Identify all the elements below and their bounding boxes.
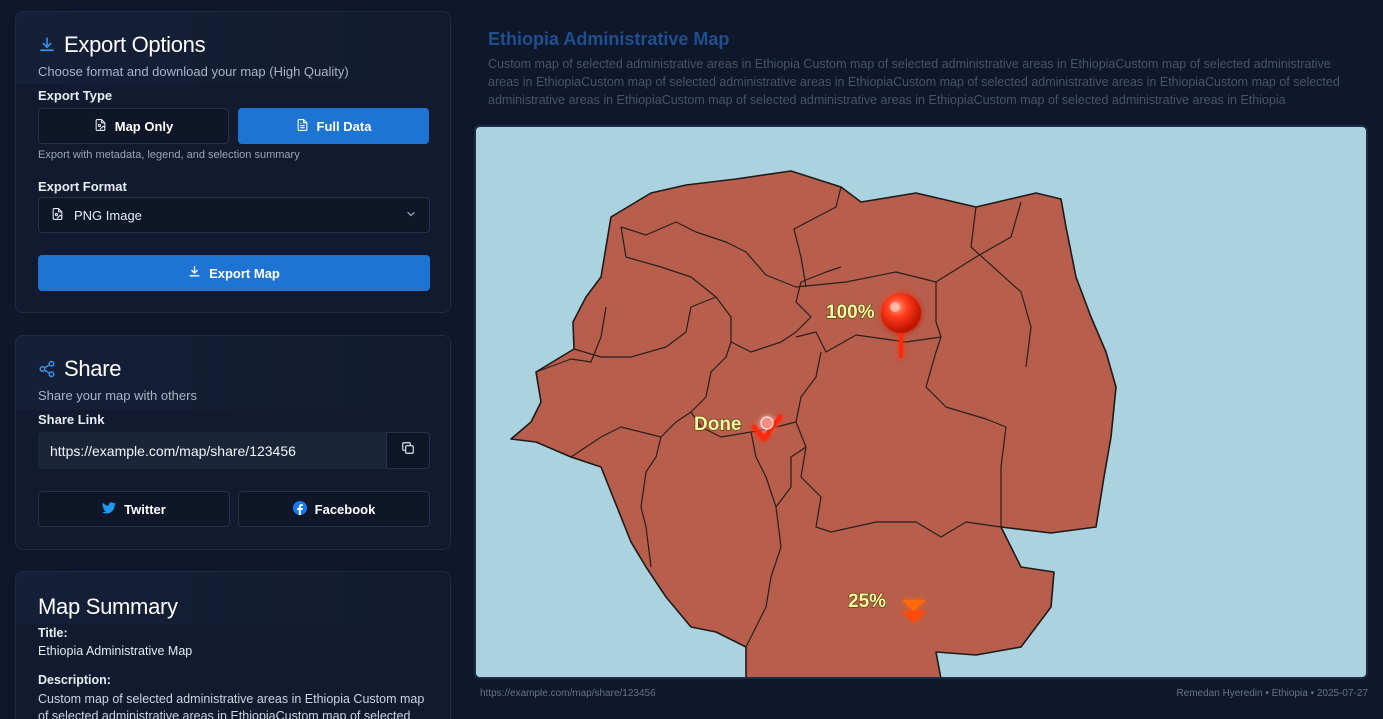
download-icon — [38, 36, 56, 54]
map-only-button[interactable]: Map Only — [38, 108, 229, 144]
check-marker-label: Done — [694, 414, 742, 435]
ethiopia-region-fill — [510, 170, 1117, 677]
summary-title: Map Summary — [38, 594, 178, 619]
chevron-down-icon — [405, 208, 417, 223]
share-card: Share Share your map with others Share L… — [15, 335, 451, 550]
map-title: Ethiopia Administrative Map — [488, 29, 730, 49]
share-card-header: Share Share your map with others — [16, 336, 450, 410]
map-description: Custom map of selected administrative ar… — [488, 57, 1340, 107]
summary-title-value: Ethiopia Administrative Map — [38, 644, 193, 658]
twitter-label: Twitter — [124, 501, 166, 517]
pin-marker-label: 100% — [826, 302, 875, 323]
share-link-row: https://example.com/map/share/123456 — [38, 432, 430, 469]
facebook-label: Facebook — [314, 501, 376, 517]
file-text-icon — [296, 118, 309, 135]
copy-icon — [401, 441, 415, 460]
full-data-button[interactable]: Full Data — [238, 108, 429, 144]
facebook-icon — [292, 500, 307, 518]
export-map-label: Export Map — [209, 265, 280, 281]
twitter-icon — [102, 501, 116, 517]
share-icon — [38, 360, 56, 378]
arrow-marker-label: 25% — [848, 591, 886, 612]
export-format-select[interactable]: PNG Image — [38, 197, 430, 233]
export-format-value: PNG Image — [74, 207, 142, 223]
export-card-header: Export Options Choose format and downloa… — [16, 12, 450, 84]
full-data-label: Full Data — [316, 118, 372, 134]
share-link-label: Share Link — [38, 412, 105, 427]
export-map-button[interactable]: Export Map — [38, 255, 430, 291]
summary-description-label: Description: — [38, 673, 111, 687]
summary-title-label: Title: — [38, 626, 68, 640]
export-format-label: Export Format — [38, 179, 127, 194]
share-link-input[interactable]: https://example.com/map/share/123456 — [38, 432, 386, 469]
export-subtitle: Choose format and download your map (Hig… — [38, 64, 349, 79]
facebook-button[interactable]: Facebook — [238, 491, 430, 527]
summary-description-value: Custom map of selected administrative ar… — [38, 692, 425, 719]
map-canvas[interactable]: 100% Done 25% — [474, 125, 1368, 679]
twitter-button[interactable]: Twitter — [38, 491, 230, 527]
map-footer-link: https://example.com/map/share/123456 — [480, 688, 656, 699]
export-hint: Export with metadata, legend, and select… — [38, 149, 300, 161]
export-options-card: Export Options Choose format and downloa… — [15, 11, 451, 313]
file-image-icon — [51, 207, 64, 224]
summary-card-header: Map Summary — [16, 572, 450, 624]
map-preview-panel: Ethiopia Administrative Map Custom map o… — [474, 0, 1368, 719]
export-type-label: Export Type — [38, 88, 113, 103]
export-title: Export Options — [64, 32, 206, 57]
map-footer-credit: Remedan Hyeredin • Ethiopia • 2025-07-27 — [1176, 688, 1368, 699]
map-only-label: Map Only — [114, 118, 174, 134]
download-icon — [188, 265, 201, 281]
share-title: Share — [64, 356, 122, 381]
file-image-icon — [94, 118, 107, 135]
map-summary-card: Map Summary Title: Ethiopia Administrati… — [15, 571, 451, 719]
map-svg: 100% Done 25% — [510, 170, 1117, 677]
copy-link-button[interactable] — [386, 432, 430, 469]
share-subtitle: Share your map with others — [38, 388, 197, 403]
